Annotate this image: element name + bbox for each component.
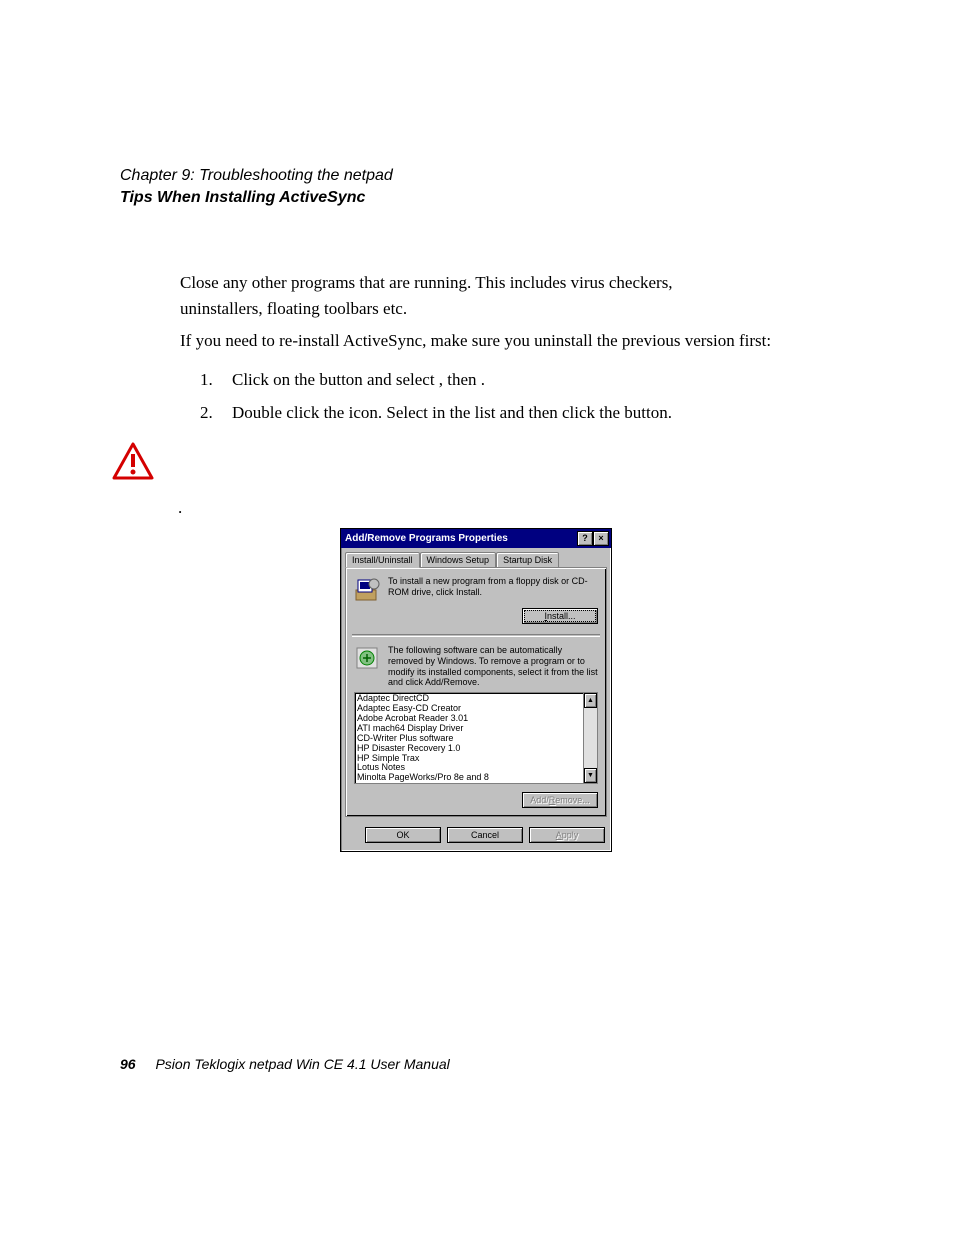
dialog-title: Add/Remove Programs Properties: [345, 533, 508, 544]
list-number: 1.: [200, 366, 232, 393]
chapter-title: Chapter 9: Troubleshooting the netpad: [120, 165, 393, 187]
add-remove-button[interactable]: Add/Remove...: [522, 792, 598, 808]
list-item: 2. Double click the icon. Select in the …: [200, 399, 740, 426]
list-text: Click on the button and select , then .: [232, 366, 740, 393]
uninstall-icon: [354, 645, 382, 673]
scroll-track[interactable]: [584, 708, 597, 768]
book-title: Psion Teklogix netpad Win CE 4.1 User Ma…: [155, 1056, 449, 1072]
page-footer: 96 Psion Teklogix netpad Win CE 4.1 User…: [120, 1056, 450, 1072]
page-number: 96: [120, 1056, 136, 1072]
install-button[interactable]: Install...: [522, 608, 598, 624]
paragraph-1: Close any other programs that are runnin…: [180, 270, 750, 321]
tab-strip: Install/Uninstall Windows Setup Startup …: [345, 552, 607, 568]
tab-windows-setup[interactable]: Windows Setup: [420, 552, 497, 568]
apply-button[interactable]: Apply: [529, 827, 605, 843]
section-title: Tips When Installing ActiveSync: [120, 187, 393, 209]
list-number: 2.: [200, 399, 232, 426]
dialog-footer: OK Cancel Apply: [341, 821, 611, 851]
list-item: 1. Click on the button and select , then…: [200, 366, 740, 393]
installed-programs-listbox[interactable]: Adaptec DirectCD Adaptec Easy-CD Creator…: [354, 692, 598, 784]
page-header: Chapter 9: Troubleshooting the netpad Ti…: [120, 165, 393, 210]
scroll-up-button[interactable]: ▲: [584, 693, 597, 708]
tab-startup-disk[interactable]: Startup Disk: [496, 552, 559, 568]
add-remove-programs-dialog: Add/Remove Programs Properties ? × Insta…: [340, 528, 612, 852]
tab-install-uninstall[interactable]: Install/Uninstall: [345, 552, 420, 568]
list-item[interactable]: Minolta PageWorks/Pro 8e and 8: [357, 773, 581, 783]
remove-instruction-text: The following software can be automatica…: [388, 645, 598, 688]
stray-period: .: [178, 498, 182, 518]
close-button[interactable]: ×: [593, 531, 609, 546]
scroll-down-button[interactable]: ▼: [584, 768, 597, 783]
install-instruction-text: To install a new program from a floppy d…: [388, 576, 598, 598]
help-button[interactable]: ?: [577, 531, 593, 546]
dialog-titlebar[interactable]: Add/Remove Programs Properties ? ×: [341, 529, 611, 548]
listbox-scrollbar[interactable]: ▲ ▼: [583, 693, 597, 783]
install-icon: [354, 576, 382, 604]
instruction-list: 1. Click on the button and select , then…: [200, 360, 740, 426]
ok-button[interactable]: OK: [365, 827, 441, 843]
divider: [352, 634, 600, 637]
paragraph-2: If you need to re-install ActiveSync, ma…: [180, 328, 800, 354]
list-text: Double click the icon. Select in the lis…: [232, 399, 740, 426]
tab-panel-install-uninstall: To install a new program from a floppy d…: [345, 567, 607, 817]
cancel-button[interactable]: Cancel: [447, 827, 523, 843]
warning-icon: [112, 442, 154, 485]
manual-page: Chapter 9: Troubleshooting the netpad Ti…: [0, 0, 954, 1235]
